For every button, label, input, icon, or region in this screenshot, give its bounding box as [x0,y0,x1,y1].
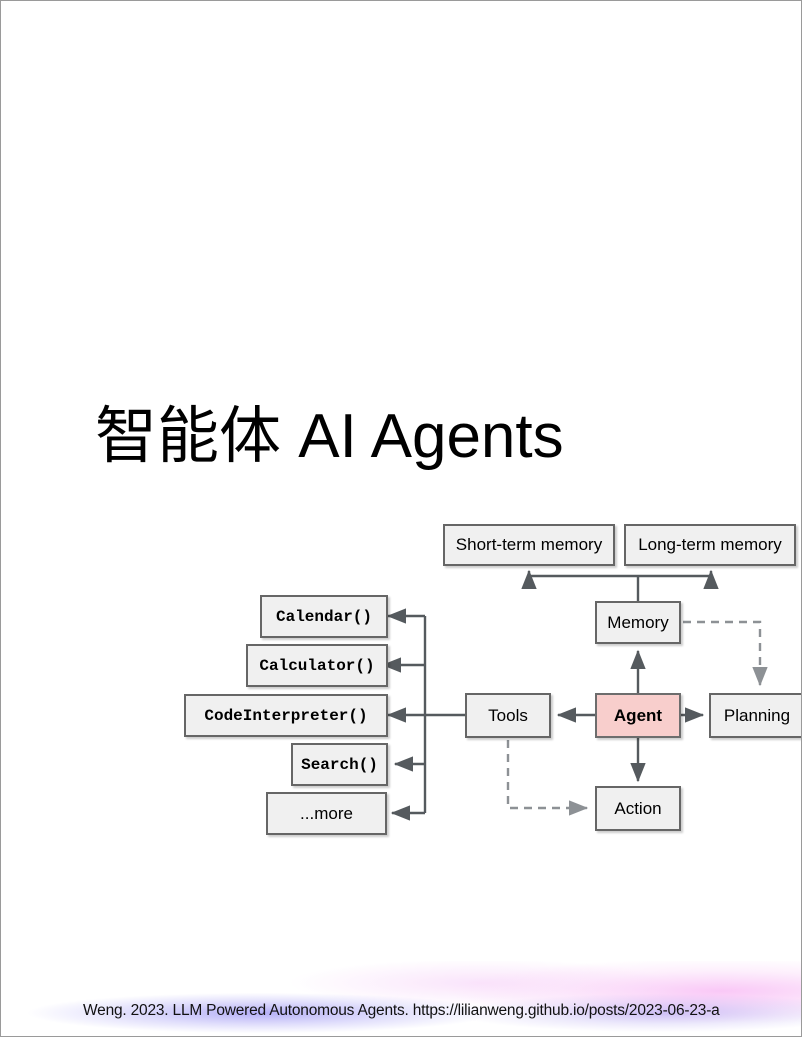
diagram-connectors [381,569,768,821]
node-memory[interactable]: Memory [595,601,681,644]
node-label: Action [614,798,662,818]
node-short-term-memory[interactable]: Short-term memory [443,524,615,566]
slide-page: 智能体 AI Agents Short-term memory Long-ter… [0,0,802,1037]
node-search-tool[interactable]: Search() [291,743,388,786]
node-label: Agent [613,705,663,725]
node-label: Search() [301,755,378,774]
node-label: Long-term memory [638,535,782,554]
node-label: Planning [723,705,791,725]
node-agent[interactable]: Agent [595,693,681,738]
node-label: Memory [607,612,669,632]
node-more-tools[interactable]: ...more [266,792,387,835]
footer-citation: Weng. 2023. LLM Powered Autonomous Agent… [83,1002,720,1019]
node-tools[interactable]: Tools [465,693,551,738]
node-code-interpreter-tool[interactable]: CodeInterpreter() [184,694,388,737]
node-label: Calendar() [275,607,372,626]
agent-architecture-diagram: Short-term memory Long-term memory Memor… [1,1,801,1036]
node-label: Tools [488,705,528,725]
node-label: CodeInterpreter() [204,706,368,725]
node-label: Calculator() [259,656,375,675]
node-action[interactable]: Action [595,786,681,831]
node-calendar-tool[interactable]: Calendar() [260,595,388,638]
node-planning[interactable]: Planning [709,693,801,738]
node-calculator-tool[interactable]: Calculator() [246,644,388,687]
node-long-term-memory[interactable]: Long-term memory [624,524,796,566]
node-label: Short-term memory [455,535,603,554]
node-label: ...more [300,803,353,823]
